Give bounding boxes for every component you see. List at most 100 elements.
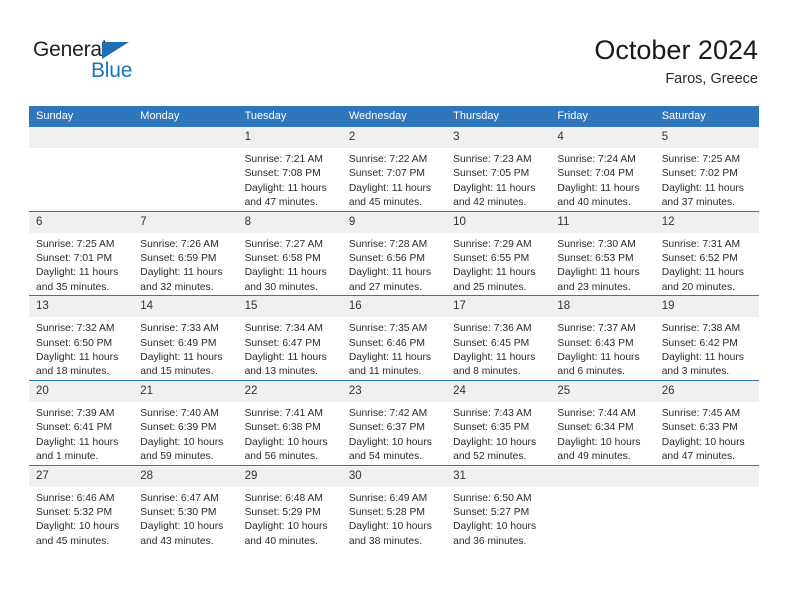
day-detail-line: Daylight: 11 hours <box>348 182 432 194</box>
calendar-day-cell[interactable]: 15 Sunrise: 7:34 AM Sunset: 6:47 PM Dayligh… <box>237 295 342 381</box>
day-detail-line: and 54 minutes. <box>348 451 423 463</box>
day-detail-line: Daylight: 11 hours <box>348 267 432 279</box>
calendar-day-cell[interactable]: 17 Sunrise: 7:36 AM Sunset: 6:45 PM Dayligh… <box>446 295 551 381</box>
day-number: 5 <box>654 127 759 148</box>
day-detail-line: Daylight: 10 hours <box>244 436 328 448</box>
day-details: Sunrise: 7:32 AM Sunset: 6:50 PM Daylight:… <box>29 317 133 380</box>
day-detail-line: Sunrise: 6:50 AM <box>453 492 532 504</box>
weekday-header-thursday: Thursday <box>446 106 551 127</box>
day-detail-line: Daylight: 11 hours <box>140 267 223 279</box>
calendar-day-cell[interactable]: 28 Sunrise: 6:47 AM Sunset: 5:30 PM Dayligh… <box>133 464 238 550</box>
weekday-header-friday: Friday <box>550 106 655 127</box>
day-details: Sunrise: 7:23 AM Sunset: 7:05 PM Daylight:… <box>446 148 550 211</box>
calendar-page: General Blue October 2024 Faros, Greece … <box>0 0 792 612</box>
calendar-day-cell[interactable]: 14 Sunrise: 7:33 AM Sunset: 6:49 PM Dayligh… <box>133 295 238 381</box>
weekday-header-saturday: Saturday <box>654 106 759 127</box>
day-detail-line: and 23 minutes. <box>557 281 631 293</box>
day-detail-line: Daylight: 11 hours <box>453 182 536 194</box>
day-detail-line: and 8 minutes. <box>453 366 521 378</box>
day-details <box>29 148 133 153</box>
day-detail-line: Sunset: 6:35 PM <box>453 422 530 434</box>
day-number: 29 <box>237 465 342 487</box>
calendar-day-cell[interactable]: 7 Sunrise: 7:26 AM Sunset: 6:59 PM Daylight… <box>133 210 238 296</box>
day-detail-line: Sunrise: 7:39 AM <box>36 407 115 419</box>
day-detail-line: Sunset: 6:53 PM <box>557 253 634 265</box>
calendar-day-cell[interactable]: 5 Sunrise: 7:25 AM Sunset: 7:02 PM Daylight… <box>654 127 759 211</box>
day-detail-line: Sunset: 6:33 PM <box>661 422 738 434</box>
general-blue-logo[interactable]: General Blue <box>33 38 163 84</box>
day-details: Sunrise: 7:27 AM Sunset: 6:58 PM Daylight:… <box>238 233 342 296</box>
day-details: Sunrise: 7:22 AM Sunset: 7:07 PM Daylight:… <box>342 148 446 211</box>
calendar-day-cell[interactable]: 4 Sunrise: 7:24 AM Sunset: 7:04 PM Daylight… <box>550 127 655 211</box>
day-detail-line: Sunset: 6:42 PM <box>661 337 738 349</box>
calendar-day-cell[interactable]: 13 Sunrise: 7:32 AM Sunset: 6:50 PM Dayligh… <box>29 295 134 381</box>
calendar-table: Sunday Monday Tuesday Wednesday Thursday… <box>29 106 759 550</box>
day-number: 26 <box>654 380 759 402</box>
day-detail-line: Sunrise: 6:47 AM <box>140 492 219 504</box>
calendar-body: 1 Sunrise: 7:21 AM Sunset: 7:08 PM Daylight… <box>29 127 759 550</box>
day-details: Sunrise: 7:33 AM Sunset: 6:49 PM Daylight:… <box>133 317 237 380</box>
calendar-week-row: 20 Sunrise: 7:39 AM Sunset: 6:41 PM Dayligh… <box>29 379 759 465</box>
calendar-day-cell[interactable]: 18 Sunrise: 7:37 AM Sunset: 6:43 PM Dayligh… <box>550 295 655 381</box>
day-detail-line: Sunrise: 7:45 AM <box>661 407 741 419</box>
day-detail-line: Sunset: 6:39 PM <box>140 422 217 434</box>
day-detail-line: and 47 minutes. <box>244 197 318 209</box>
day-detail-line: Sunrise: 7:33 AM <box>140 323 219 335</box>
day-details: Sunrise: 7:43 AM Sunset: 6:35 PM Daylight:… <box>446 402 550 465</box>
day-detail-line: and 45 minutes. <box>36 535 110 547</box>
calendar-day-cell[interactable]: 2 Sunrise: 7:22 AM Sunset: 7:07 PM Daylight… <box>341 127 447 211</box>
calendar-day-cell[interactable]: 25 Sunrise: 7:44 AM Sunset: 6:34 PM Dayligh… <box>550 379 655 465</box>
day-detail-line: and 42 minutes. <box>453 197 527 209</box>
day-detail-line: Daylight: 11 hours <box>348 352 432 364</box>
calendar-day-cell[interactable]: 31 Sunrise: 6:50 AM Sunset: 5:27 PM Dayligh… <box>446 464 551 550</box>
day-detail-line: and 15 minutes. <box>140 366 214 378</box>
day-details: Sunrise: 7:38 AM Sunset: 6:42 PM Daylight:… <box>655 317 759 380</box>
calendar-day-cell[interactable]: 16 Sunrise: 7:35 AM Sunset: 6:46 PM Dayligh… <box>341 295 447 381</box>
day-number: 2 <box>341 127 447 148</box>
calendar-day-cell[interactable]: 20 Sunrise: 7:39 AM Sunset: 6:41 PM Dayligh… <box>29 379 134 465</box>
day-detail-line: Daylight: 11 hours <box>36 267 119 279</box>
day-detail-line: and 56 minutes. <box>244 451 318 463</box>
day-detail-line: Sunrise: 7:30 AM <box>557 238 636 250</box>
day-number: 10 <box>446 211 551 233</box>
day-detail-line: Sunset: 6:59 PM <box>140 253 217 265</box>
day-details: Sunrise: 7:44 AM Sunset: 6:34 PM Daylight:… <box>550 402 654 465</box>
calendar-day-cell[interactable]: 24 Sunrise: 7:43 AM Sunset: 6:35 PM Dayligh… <box>446 379 551 465</box>
day-details <box>655 487 759 492</box>
day-number: 27 <box>29 465 134 487</box>
day-number: 16 <box>341 296 447 318</box>
calendar-day-cell[interactable]: 22 Sunrise: 7:41 AM Sunset: 6:38 PM Dayligh… <box>237 379 342 465</box>
calendar-day-cell[interactable]: 30 Sunrise: 6:49 AM Sunset: 5:28 PM Dayligh… <box>341 464 447 550</box>
calendar-day-cell[interactable]: 6 Sunrise: 7:25 AM Sunset: 7:01 PM Daylight… <box>29 210 134 296</box>
day-details: Sunrise: 7:28 AM Sunset: 6:56 PM Daylight:… <box>342 233 446 296</box>
calendar-day-cell[interactable]: 21 Sunrise: 7:40 AM Sunset: 6:39 PM Dayligh… <box>133 379 238 465</box>
calendar-day-cell-empty <box>654 464 759 550</box>
calendar-day-cell[interactable]: 27 Sunrise: 6:46 AM Sunset: 5:32 PM Dayligh… <box>29 464 134 550</box>
calendar-day-cell[interactable]: 8 Sunrise: 7:27 AM Sunset: 6:58 PM Daylight… <box>237 210 342 296</box>
calendar-day-cell[interactable]: 9 Sunrise: 7:28 AM Sunset: 6:56 PM Daylight… <box>341 210 447 296</box>
calendar-day-cell[interactable]: 12 Sunrise: 7:31 AM Sunset: 6:52 PM Dayligh… <box>654 210 759 296</box>
day-detail-line: and 30 minutes. <box>244 281 318 293</box>
calendar-day-cell[interactable]: 10 Sunrise: 7:29 AM Sunset: 6:55 PM Dayligh… <box>446 210 551 296</box>
day-detail-line: and 20 minutes. <box>661 281 735 293</box>
calendar-day-cell[interactable]: 29 Sunrise: 6:48 AM Sunset: 5:29 PM Dayligh… <box>237 464 342 550</box>
day-details: Sunrise: 7:41 AM Sunset: 6:38 PM Daylight:… <box>238 402 342 465</box>
day-details: Sunrise: 7:34 AM Sunset: 6:47 PM Daylight:… <box>238 317 342 380</box>
day-detail-line: Daylight: 11 hours <box>244 267 327 279</box>
day-number: 20 <box>29 380 134 402</box>
day-detail-line: Daylight: 11 hours <box>244 182 327 194</box>
day-detail-line: Daylight: 10 hours <box>36 521 119 533</box>
day-detail-line: Daylight: 10 hours <box>557 436 641 448</box>
calendar-day-cell[interactable]: 1 Sunrise: 7:21 AM Sunset: 7:08 PM Daylight… <box>237 127 342 211</box>
day-detail-line: Sunrise: 6:48 AM <box>244 492 323 504</box>
calendar-week-row: 13 Sunrise: 7:32 AM Sunset: 6:50 PM Dayligh… <box>29 295 759 381</box>
day-detail-line: Sunrise: 7:27 AM <box>244 238 323 250</box>
day-number <box>29 127 134 148</box>
day-detail-line: Sunset: 5:27 PM <box>453 506 530 518</box>
calendar-day-cell[interactable]: 19 Sunrise: 7:38 AM Sunset: 6:42 PM Dayligh… <box>654 295 759 381</box>
day-detail-line: Sunset: 6:50 PM <box>36 337 113 349</box>
calendar-day-cell[interactable]: 3 Sunrise: 7:23 AM Sunset: 7:05 PM Daylight… <box>446 127 551 211</box>
calendar-day-cell[interactable]: 11 Sunrise: 7:30 AM Sunset: 6:53 PM Dayligh… <box>550 210 655 296</box>
calendar-day-cell[interactable]: 26 Sunrise: 7:45 AM Sunset: 6:33 PM Dayligh… <box>654 379 759 465</box>
calendar-day-cell[interactable]: 23 Sunrise: 7:42 AM Sunset: 6:37 PM Dayligh… <box>341 379 447 465</box>
